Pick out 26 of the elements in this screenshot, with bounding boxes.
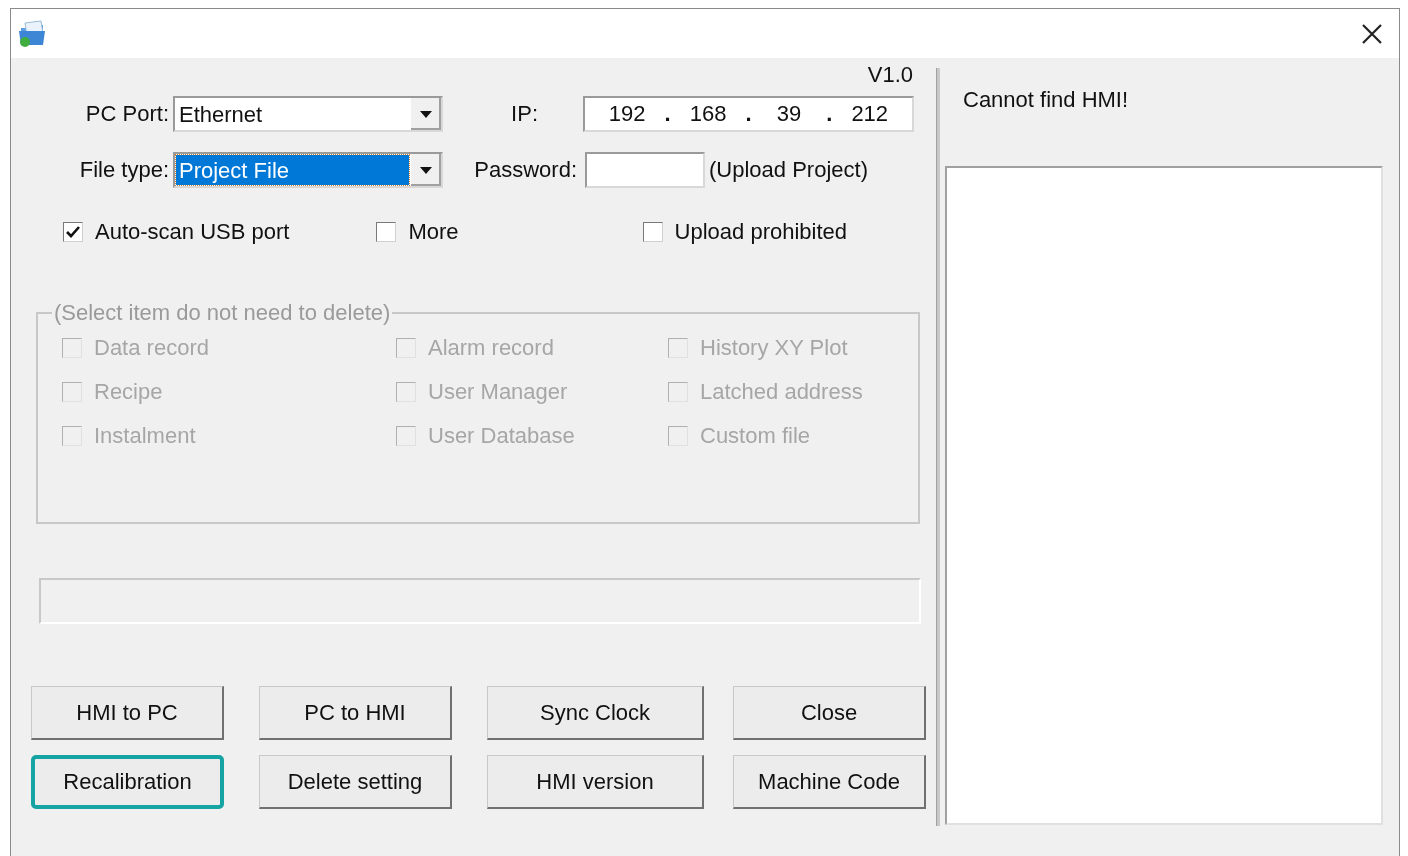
caret-icon: [420, 166, 432, 174]
field-label: PC Port:: [84, 101, 169, 127]
check-icon: [66, 226, 80, 238]
field-note: (Upload Project): [709, 157, 868, 183]
port-dropdown[interactable]: Ethernet: [173, 96, 443, 132]
field-label: IP:: [510, 101, 538, 127]
action-button[interactable]: Recalibration: [31, 755, 224, 809]
action-button[interactable]: Delete setting: [259, 755, 452, 809]
version-label: V1.0: [867, 62, 913, 88]
checkbox-option[interactable]: Upload prohibited: [642, 216, 848, 248]
file-type-dropdown[interactable]: Project File: [173, 152, 443, 188]
field-label: File type:: [78, 157, 169, 183]
ip-address-field[interactable]: 192 . 168 . 39 . 212: [583, 96, 914, 132]
checkbox-option[interactable]: More: [376, 216, 459, 248]
action-button[interactable]: HMI version: [487, 755, 704, 809]
group-title: (Select item do not need to delete): [53, 300, 392, 326]
field-label: Password:: [473, 157, 577, 183]
checkbox-option[interactable]: Auto-scan USB port: [63, 216, 290, 248]
action-button[interactable]: Close: [733, 686, 926, 740]
action-button[interactable]: Sync Clock: [487, 686, 704, 740]
caret-icon: [420, 110, 432, 118]
action-button[interactable]: HMI to PC: [31, 686, 224, 740]
status-message: Cannot find HMI!: [962, 86, 1130, 114]
action-button[interactable]: Machine Code: [733, 755, 926, 809]
password-field[interactable]: [585, 152, 705, 188]
action-button[interactable]: PC to HMI: [259, 686, 452, 740]
